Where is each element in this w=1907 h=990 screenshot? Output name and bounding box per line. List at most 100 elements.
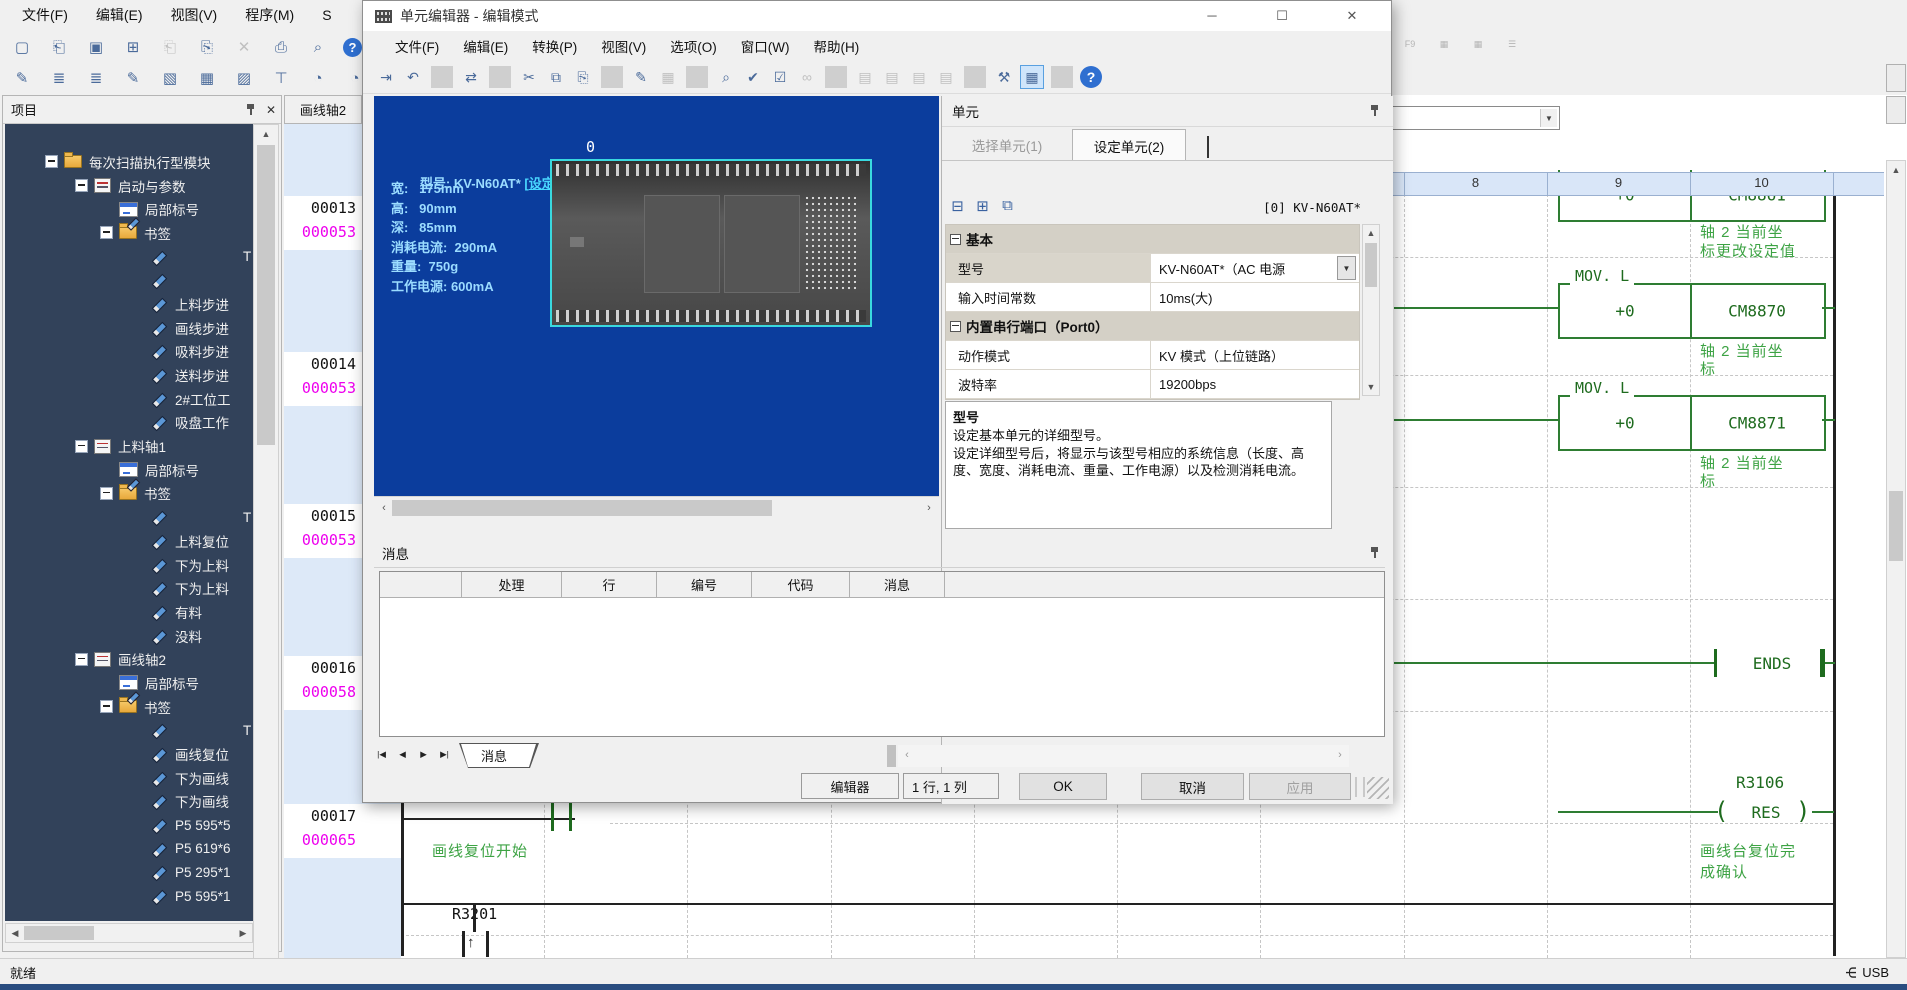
pin-icon[interactable] — [241, 101, 261, 119]
scroll-down-icon[interactable]: ▼ — [1363, 381, 1379, 393]
tool-t-icon[interactable]: ⊤ — [269, 66, 293, 90]
menu-item[interactable]: 编辑(E) — [82, 0, 157, 30]
find-relay-icon[interactable]: ⌕ — [715, 66, 737, 88]
menu-item[interactable]: 文件(F) — [383, 36, 451, 56]
menu-item[interactable]: 编辑(E) — [451, 36, 520, 56]
scrollbar-thumb[interactable] — [257, 145, 275, 445]
block-4-icon[interactable]: ▤ — [935, 66, 957, 88]
list-2-icon[interactable]: ≣ — [84, 66, 108, 90]
scroll-left-icon[interactable]: ◀ — [8, 924, 22, 942]
tree-item[interactable] — [5, 268, 253, 292]
property-row[interactable]: 输入时间常数 10ms(大) ▼ — [946, 283, 1359, 312]
apply-button[interactable]: 应用 — [1249, 773, 1351, 800]
scrollbar-thumb[interactable] — [24, 926, 94, 940]
check-icon[interactable]: ☑ — [769, 66, 791, 88]
list-1-icon[interactable]: ≣ — [47, 66, 71, 90]
sep[interactable] — [964, 66, 986, 88]
sep[interactable] — [825, 66, 847, 88]
scrollbar-thumb[interactable] — [1889, 491, 1903, 561]
project-vertical-scrollbar[interactable]: ▲ ▼ — [253, 124, 279, 990]
message-tab-label[interactable]: 消息 — [481, 746, 507, 765]
tree-item[interactable]: T — [5, 245, 253, 269]
column-process[interactable]: 处理 — [462, 572, 562, 597]
close-icon[interactable]: ✕ — [261, 101, 281, 119]
copy-icon[interactable]: ⧉ — [545, 66, 567, 88]
scroll-up-icon[interactable]: ▲ — [1887, 163, 1905, 177]
grid-2-icon[interactable]: ▨ — [232, 66, 256, 90]
tree-item[interactable]: 下为上料 — [5, 553, 253, 577]
group-expander-icon[interactable] — [950, 233, 961, 245]
save-all-icon[interactable]: ⊞ — [121, 35, 145, 59]
group-expander-icon[interactable] — [950, 320, 961, 332]
scrollbar-thumb[interactable] — [392, 500, 772, 516]
tree-item[interactable]: 启动与参数 — [5, 174, 253, 198]
tree-item[interactable]: 下为画线 — [5, 790, 253, 814]
document-tab[interactable]: 画线轴2 — [284, 95, 362, 124]
save-as-icon[interactable]: ⎘ — [195, 35, 219, 59]
tab-nav-button[interactable]: ◀ — [393, 745, 412, 764]
tree-item[interactable]: 送料步进 — [5, 363, 253, 387]
dialog-title-bar[interactable]: 单元编辑器 - 编辑模式 — [363, 1, 1391, 31]
scroll-left-icon[interactable]: ‹ — [900, 747, 914, 763]
tree-item[interactable]: 上料复位 — [5, 529, 253, 553]
scroll-up-icon[interactable]: ▲ — [1363, 227, 1379, 239]
pin-icon[interactable] — [1365, 544, 1385, 562]
collapse-all-icon[interactable]: ⊟ — [948, 196, 967, 215]
ghost-1-icon[interactable]: ▦ — [1432, 32, 1456, 56]
menu-item[interactable]: 窗口(W) — [729, 36, 802, 56]
column-number[interactable]: 编号 — [657, 572, 752, 597]
block-2-icon[interactable]: ▤ — [881, 66, 903, 88]
tree-item[interactable]: 画线复位 — [5, 742, 253, 766]
tree-item[interactable]: 书签 — [5, 695, 253, 719]
ghost-3-icon[interactable]: ☰ — [1500, 32, 1524, 56]
ends-instruction[interactable]: ENDS — [1726, 654, 1818, 673]
tree-item[interactable]: 吸盘工作 — [5, 411, 253, 435]
column-code[interactable]: 代码 — [752, 572, 850, 597]
tree-expander-icon[interactable] — [75, 439, 88, 453]
tree-item[interactable]: T — [5, 719, 253, 743]
property-row[interactable]: 内置串行端口（Port0） ▼ — [946, 312, 1359, 341]
property-row[interactable]: 基本 ▼ — [946, 225, 1359, 254]
tree-item[interactable]: P5 619*6 — [5, 837, 253, 861]
property-grid-scrollbar[interactable]: ▲ ▼ — [1362, 224, 1380, 396]
open-station-icon[interactable]: ⎗ — [158, 35, 182, 59]
chevron-down-icon[interactable]: ▼ — [1540, 109, 1557, 127]
scroll-up-icon[interactable]: ▲ — [254, 127, 278, 141]
tree-item[interactable]: 局部标号 — [5, 458, 253, 482]
sep[interactable] — [686, 66, 708, 88]
menu-item[interactable]: 帮助(H) — [801, 36, 871, 56]
grid-1-icon[interactable]: ▦ — [195, 66, 219, 90]
property-value[interactable]: KV-N60AT*（AC 电源 — [1151, 259, 1337, 278]
splitter-handle[interactable] — [887, 745, 896, 767]
open-project-icon[interactable]: ⎗ — [47, 35, 71, 59]
tab-nav-button[interactable]: ▶| — [435, 745, 454, 764]
tab-scrollbar[interactable]: ‹ › — [898, 745, 1349, 767]
tree-item[interactable]: 没料 — [5, 624, 253, 648]
timer-1-icon[interactable]: ◔ — [306, 66, 330, 90]
grip-handle[interactable] — [1355, 777, 1365, 797]
sep[interactable] — [489, 66, 511, 88]
tree-expander-icon[interactable] — [45, 155, 58, 169]
ghost-2-icon[interactable]: ▦ — [1466, 32, 1490, 56]
sep[interactable] — [431, 66, 453, 88]
column-message[interactable]: 消息 — [850, 572, 945, 597]
block-1-icon[interactable]: ▤ — [854, 66, 876, 88]
unit-editor-pane[interactable]: 0 型号: KV-N60AT* [设定 宽: 175mm 高: 90mm 深: 85… — [374, 96, 939, 496]
tree-item[interactable]: 画线轴2 — [5, 647, 253, 671]
tree-item[interactable]: 画线步进 — [5, 316, 253, 340]
wrench-icon[interactable]: ⚒ — [993, 66, 1015, 88]
tree-item[interactable]: 有料 — [5, 600, 253, 624]
ladder-instruction-box[interactable]: +0 CM8870 — [1558, 283, 1826, 339]
ok-button[interactable]: OK — [1019, 773, 1107, 800]
cut-icon[interactable]: ✂ — [518, 66, 540, 88]
monitor-icon[interactable]: ▧ — [158, 66, 182, 90]
help-icon[interactable]: ? — [343, 37, 362, 57]
menu-item[interactable]: 转换(P) — [520, 36, 589, 56]
tree-item[interactable]: 局部标号 — [5, 197, 253, 221]
tree-item[interactable]: P5 595*1 — [5, 884, 253, 908]
tree-item[interactable]: P5 595*5 — [5, 813, 253, 837]
menu-item[interactable]: 文件(F) — [8, 0, 82, 30]
tree-item[interactable]: P5 295*1 — [5, 861, 253, 885]
scroll-left-icon[interactable]: ‹ — [378, 500, 390, 516]
cancel-button[interactable]: 取消 — [1141, 773, 1244, 800]
